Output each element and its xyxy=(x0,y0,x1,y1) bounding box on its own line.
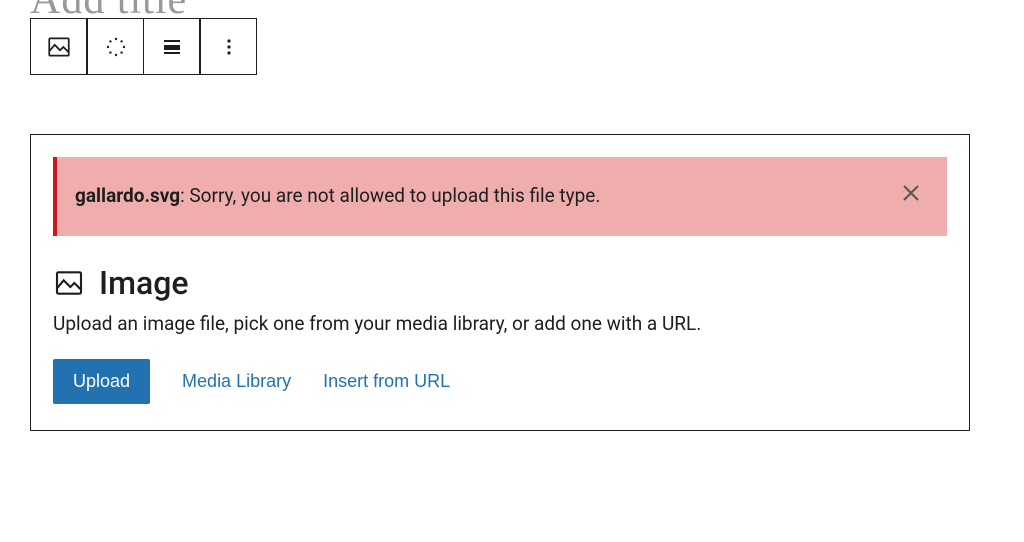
placeholder-instruction: Upload an image file, pick one from your… xyxy=(53,312,947,335)
image-icon xyxy=(46,34,72,60)
toolbar-group-align xyxy=(87,18,200,75)
align-icon xyxy=(160,35,184,59)
error-message: : Sorry, you are not allowed to upload t… xyxy=(180,184,600,207)
placeholder-header: Image xyxy=(53,264,947,302)
block-type-button[interactable] xyxy=(30,18,87,75)
image-block: gallardo.svg: Sorry, you are not allowed… xyxy=(30,134,970,431)
toolbar-group-block xyxy=(30,18,87,75)
error-text: gallardo.svg: Sorry, you are not allowed… xyxy=(75,184,600,207)
drag-icon xyxy=(104,35,128,59)
upload-error-notice: gallardo.svg: Sorry, you are not allowed… xyxy=(53,157,947,236)
insert-from-url-button[interactable]: Insert from URL xyxy=(323,371,450,392)
placeholder-actions: Upload Media Library Insert from URL xyxy=(53,359,947,404)
image-icon xyxy=(53,267,85,299)
dismiss-notice-button[interactable] xyxy=(897,182,925,210)
media-library-button[interactable]: Media Library xyxy=(182,371,291,392)
more-options-button[interactable] xyxy=(200,18,257,75)
placeholder-title: Image xyxy=(99,264,188,302)
block-toolbar xyxy=(30,18,257,75)
toolbar-group-more xyxy=(200,18,257,75)
close-icon xyxy=(899,181,923,213)
align-button[interactable] xyxy=(143,18,200,75)
more-vertical-icon xyxy=(217,35,241,59)
error-filename: gallardo.svg xyxy=(75,184,180,207)
drag-handle-button[interactable] xyxy=(87,18,144,75)
upload-button[interactable]: Upload xyxy=(53,359,150,404)
